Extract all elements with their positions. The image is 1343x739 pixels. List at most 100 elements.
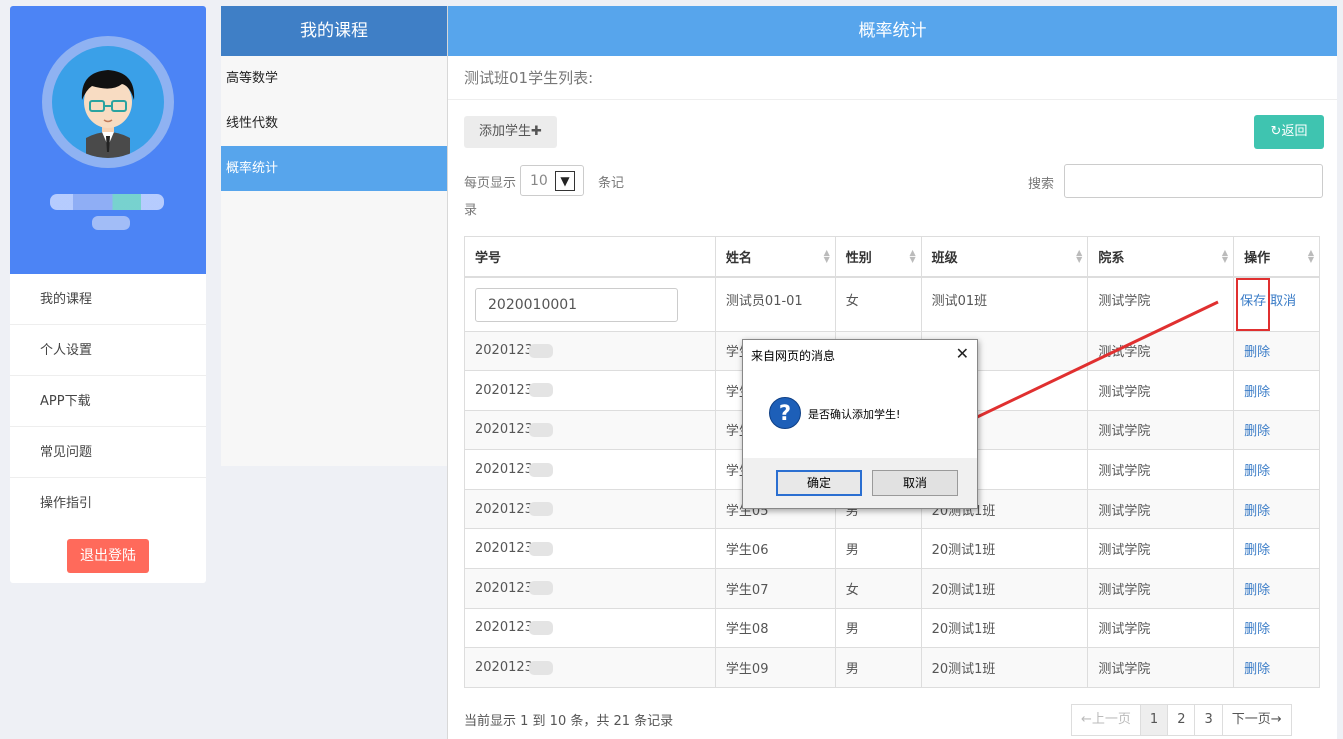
column-header-name[interactable]: 姓名 ▲ ▼ xyxy=(714,236,836,278)
side-menu-faq[interactable]: 常见问题 xyxy=(10,427,206,478)
per-page-label: 每页显示 xyxy=(464,176,517,191)
dept-cell-text: 测试学院 xyxy=(1098,662,1151,678)
page-title: 概率统计 xyxy=(448,6,1337,56)
course-list: 我的课程 高等数学 线性代数 概率统计 xyxy=(221,6,447,466)
delete-link[interactable]: 删除 xyxy=(1244,345,1270,360)
chevron-down-icon[interactable]: ▼ xyxy=(555,171,575,191)
cancel-link[interactable]: 取消 xyxy=(1270,294,1296,309)
name-cell: 学生08 xyxy=(714,607,836,649)
dialog-message: 是否确认添加学生! xyxy=(808,408,901,421)
logout-button[interactable]: 退出登陆 xyxy=(67,539,149,573)
course-list-title: 我的课程 xyxy=(221,6,447,56)
column-header-dept[interactable]: 院系 ▲ ▼ xyxy=(1087,236,1235,278)
class-cell: 20测试1班 xyxy=(920,568,1089,609)
dept-cell-text: 测试学院 xyxy=(1098,464,1151,480)
id-redacted xyxy=(528,541,553,556)
column-header-class[interactable]: 班级 ▲ ▼ xyxy=(920,236,1089,278)
delete-link[interactable]: 删除 xyxy=(1244,583,1270,598)
side-menu-settings[interactable]: 个人设置 xyxy=(10,325,206,376)
delete-link[interactable]: 删除 xyxy=(1244,504,1270,519)
page-button-3[interactable]: 3 xyxy=(1194,704,1223,736)
column-header-action[interactable]: 操作 ▲ ▼ xyxy=(1233,236,1320,278)
search-input[interactable] xyxy=(1064,164,1323,198)
id-cell-text: 2020123 xyxy=(475,541,533,557)
class-cell-text: 20测试1班 xyxy=(931,662,996,678)
dept-cell-text: 测试学院 xyxy=(1098,503,1151,519)
profile-header xyxy=(10,6,206,274)
prev-page-button[interactable]: ←上一页 xyxy=(1071,704,1141,736)
gender-cell-text: 男 xyxy=(845,543,859,559)
dept-cell-text: 测试学院 xyxy=(1098,622,1151,638)
dialog-title: 来自网页的消息 xyxy=(751,349,836,363)
dept-cell-text: 测试学院 xyxy=(1098,424,1151,440)
column-header-id[interactable]: 学号 xyxy=(464,236,716,278)
name-cell-text: 学生08 xyxy=(725,622,769,638)
dialog-ok-button[interactable]: 确定 xyxy=(776,470,862,496)
delete-link[interactable]: 删除 xyxy=(1244,662,1270,677)
id-redacted xyxy=(528,343,553,358)
dept-cell: 测试学院 xyxy=(1087,409,1235,451)
table-row: 2020123 学生06 男 20测试1班 测试学院 删除 xyxy=(464,528,1320,570)
side-menu: 我的课程 个人设置 APP下载 常见问题 操作指引 xyxy=(10,274,206,529)
confirm-dialog: 来自网页的消息 ✕ ? 是否确认添加学生! 确定 取消 xyxy=(742,339,978,509)
id-cell: 2020123 xyxy=(464,488,716,530)
table-header-row: 学号 姓名 ▲ ▼ 性别 ▲ ▼ 班级 ▲ ▼ 院系 ▲ ▼ 操作 ▲ ▼ xyxy=(464,236,1320,278)
dialog-body: 来自网页的消息 ✕ ? 是否确认添加学生! xyxy=(743,340,977,458)
course-item-probability[interactable]: 概率统计 xyxy=(221,146,447,191)
dialog-cancel-button[interactable]: 取消 xyxy=(872,470,958,496)
side-menu-my-courses[interactable]: 我的课程 xyxy=(10,274,206,325)
dept-cell-text: 测试学院 xyxy=(1098,582,1151,598)
side-menu-app-download[interactable]: APP下载 xyxy=(10,376,206,427)
name-cell-text: 学生07 xyxy=(725,582,769,598)
gender-cell: 女 xyxy=(834,568,922,609)
close-icon[interactable]: ✕ xyxy=(956,344,969,363)
delete-link[interactable]: 删除 xyxy=(1244,622,1270,637)
delete-link[interactable]: 删除 xyxy=(1244,424,1270,439)
save-link[interactable]: 保存 xyxy=(1240,294,1266,309)
delete-link[interactable]: 删除 xyxy=(1244,385,1270,400)
avatar[interactable] xyxy=(42,36,174,168)
dept-cell: 测试学院 xyxy=(1087,449,1235,490)
save-highlight-box: 保存 xyxy=(1236,277,1271,331)
sort-icon[interactable]: ▲ ▼ xyxy=(824,249,830,264)
course-item-linear-algebra[interactable]: 线性代数 xyxy=(221,101,447,146)
action-cell: 删除 xyxy=(1233,409,1320,451)
dept-cell-text: 测试学院 xyxy=(1098,345,1151,361)
dept-cell: 测试学院 xyxy=(1087,330,1235,372)
class-cell-text: 20测试1班 xyxy=(931,622,996,638)
question-icon: ? xyxy=(769,397,801,429)
id-cell-text: 2020123 xyxy=(475,660,533,676)
delete-link[interactable]: 删除 xyxy=(1244,543,1270,558)
dept-cell: 测试学院 xyxy=(1087,647,1235,688)
username-redacted xyxy=(50,194,164,210)
action-cell: 删除 xyxy=(1233,528,1320,570)
sort-icon[interactable]: ▲ ▼ xyxy=(909,249,915,264)
back-button[interactable]: ↻返回 xyxy=(1254,115,1324,149)
id-redacted xyxy=(528,383,553,398)
sort-icon[interactable]: ▲ ▼ xyxy=(1222,249,1228,264)
student-id-input[interactable]: 2020010001 xyxy=(475,287,678,322)
sort-icon[interactable]: ▲ ▼ xyxy=(1308,249,1314,264)
pagination: ←上一页 1 2 3 下一页→ xyxy=(1071,704,1292,736)
column-header-gender[interactable]: 性别 ▲ ▼ xyxy=(834,236,922,278)
next-page-button[interactable]: 下一页→ xyxy=(1221,704,1292,736)
id-cell-text: 2020123 xyxy=(475,501,533,517)
page-button-1[interactable]: 1 xyxy=(1139,704,1169,736)
dept-cell-text: 测试学院 xyxy=(1098,543,1151,559)
table-row: 2020123 学生09 男 20测试1班 测试学院 删除 xyxy=(464,647,1320,688)
name-cell: 学生07 xyxy=(714,568,836,609)
id-cell: 2020123 xyxy=(464,528,716,570)
gender-cell: 男 xyxy=(834,607,922,649)
id-cell: 2020123 xyxy=(464,647,716,688)
side-menu-guide[interactable]: 操作指引 xyxy=(10,478,206,529)
gender-cell: 男 xyxy=(834,647,922,688)
id-redacted xyxy=(528,422,553,437)
delete-link[interactable]: 删除 xyxy=(1244,464,1270,479)
course-item-calculus[interactable]: 高等数学 xyxy=(221,56,447,101)
action-cell: 删除 xyxy=(1233,330,1320,372)
class-cell: 测试01班 xyxy=(920,276,1089,332)
per-page-select[interactable]: 10 ▼ xyxy=(520,165,584,196)
page-button-2[interactable]: 2 xyxy=(1167,704,1196,736)
sort-icon[interactable]: ▲ ▼ xyxy=(1076,249,1082,264)
add-student-button[interactable]: 添加学生✚ xyxy=(464,116,557,148)
